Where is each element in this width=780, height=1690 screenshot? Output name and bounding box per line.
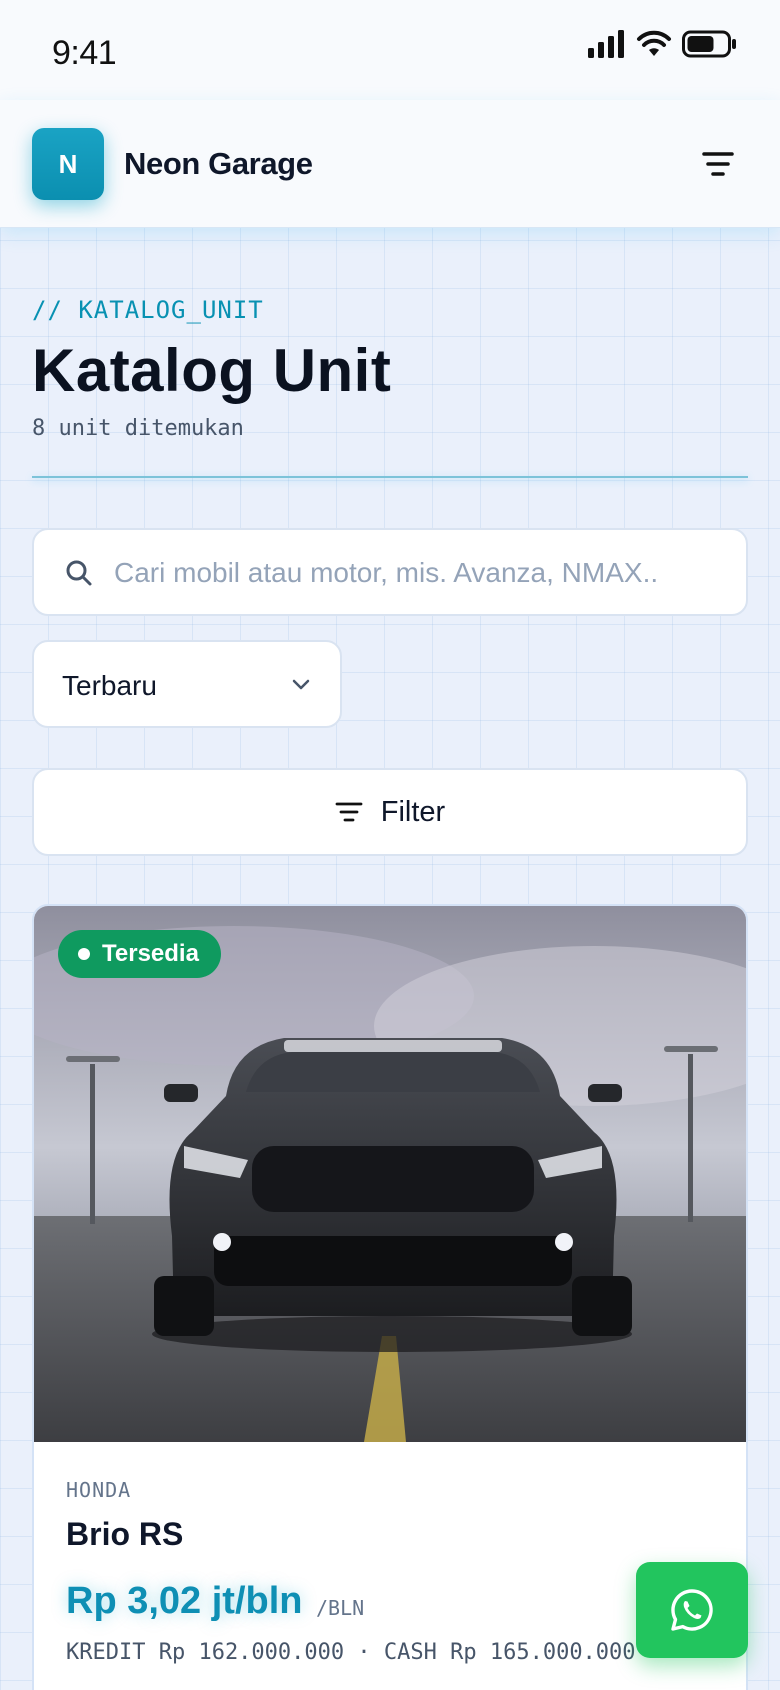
status-bar: 9:41 — [0, 0, 780, 100]
sort-selected-value: Terbaru — [62, 670, 157, 701]
whatsapp-icon — [671, 1589, 713, 1631]
monthly-price: Rp 3,02 jt/bln — [66, 1580, 303, 1622]
whatsapp-button[interactable] — [636, 1562, 748, 1658]
sort-select[interactable]: Terbaru — [32, 640, 342, 728]
filter-label: Filter — [380, 795, 446, 828]
system-icons — [588, 30, 738, 58]
logo-letter: N — [58, 148, 78, 179]
car-photo[interactable] — [34, 906, 748, 1442]
page-title: Katalog Unit — [32, 337, 392, 404]
app-header: N Neon Garage — [0, 100, 780, 228]
menu-icon — [702, 152, 734, 176]
search-box[interactable] — [32, 528, 748, 616]
status-badge: Tersedia — [58, 930, 221, 978]
price-unit: /BLN — [316, 1596, 365, 1620]
filter-icon — [335, 802, 363, 822]
vehicle-brand: HONDA — [66, 1478, 132, 1502]
divider — [32, 476, 748, 478]
menu-button[interactable] — [698, 146, 738, 182]
status-dot — [78, 948, 90, 960]
chevron-down-icon — [292, 679, 310, 690]
vehicle-model[interactable]: Brio RS — [66, 1516, 183, 1553]
battery-icon — [682, 30, 736, 58]
status-label: Tersedia — [102, 940, 199, 967]
signal-icon — [588, 30, 624, 58]
price-detail: KREDIT Rp 162.000.000 · CASH Rp 165.000.… — [66, 1640, 636, 1665]
brand-name[interactable]: Neon Garage — [124, 146, 313, 182]
search-icon — [66, 560, 92, 586]
logo[interactable]: N — [32, 128, 104, 200]
result-count: 8 unit ditemukan — [32, 416, 244, 441]
search-input[interactable] — [114, 548, 724, 598]
status-time: 9:41 — [52, 34, 117, 72]
filter-button[interactable]: Filter — [32, 768, 748, 856]
wifi-icon — [637, 30, 671, 56]
section-kicker: // KATALOG_UNIT — [32, 296, 264, 324]
